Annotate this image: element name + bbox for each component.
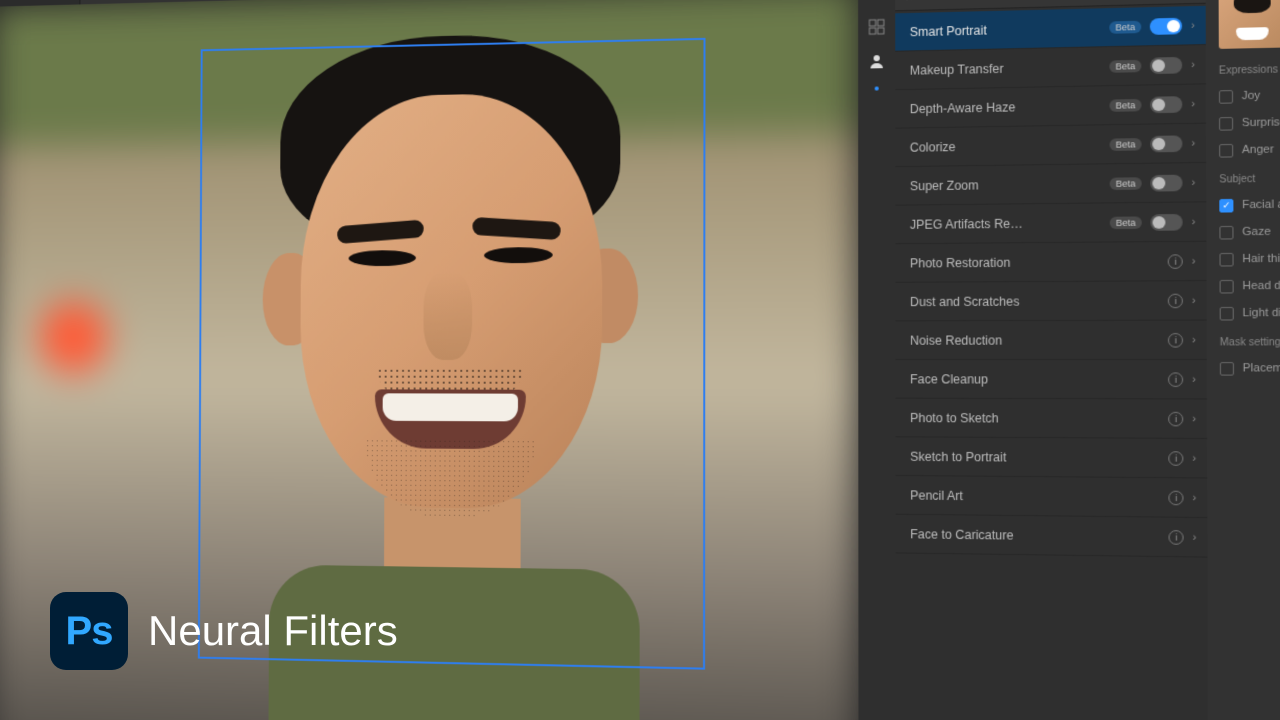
beta-badge: Beta xyxy=(1110,216,1143,229)
filter-item[interactable]: Super ZoomBeta› xyxy=(895,163,1206,206)
filter-item[interactable]: Photo Restorationi› xyxy=(895,242,1206,283)
option-checkbox[interactable]: Light direction xyxy=(1220,299,1280,327)
chevron-right-icon: › xyxy=(1192,491,1196,504)
filter-item[interactable]: Noise Reductioni› xyxy=(895,321,1206,360)
filter-toggle[interactable] xyxy=(1151,174,1183,191)
checkbox-icon[interactable] xyxy=(1220,279,1234,293)
filter-item[interactable]: JPEG Artifacts Re…Beta› xyxy=(895,202,1206,244)
featured-icon[interactable] xyxy=(867,18,886,37)
option-checkbox[interactable]: Hair thickness xyxy=(1219,244,1280,272)
option-checkbox[interactable]: Head direction xyxy=(1220,272,1280,300)
active-indicator-icon xyxy=(875,86,879,90)
checkbox-icon[interactable] xyxy=(1219,116,1233,130)
chevron-right-icon: › xyxy=(1192,294,1196,306)
filter-toggle[interactable] xyxy=(1150,56,1182,73)
filter-item[interactable]: Makeup TransferBeta› xyxy=(895,45,1206,90)
option-checkbox[interactable]: Facial age xyxy=(1219,190,1280,219)
option-checkbox[interactable]: Placement xyxy=(1220,355,1280,382)
filter-item[interactable]: Face to Caricaturei› xyxy=(896,515,1208,558)
filter-toggle[interactable] xyxy=(1150,17,1182,34)
info-icon[interactable]: i xyxy=(1169,490,1184,505)
filter-toggle[interactable] xyxy=(1151,213,1183,230)
beta-badge: Beta xyxy=(1109,98,1142,111)
section-heading: Expressions xyxy=(1219,62,1280,77)
filter-item[interactable]: ColorizeBeta› xyxy=(895,124,1206,168)
beta-badge: Beta xyxy=(1109,177,1142,190)
chevron-right-icon: › xyxy=(1192,215,1196,227)
checkbox-icon[interactable] xyxy=(1219,225,1233,239)
filter-toggle[interactable] xyxy=(1150,96,1182,113)
chevron-right-icon: › xyxy=(1191,176,1195,188)
portrait-icon[interactable] xyxy=(867,52,886,71)
filter-toggle[interactable] xyxy=(1151,135,1183,152)
option-checkbox[interactable]: Anger xyxy=(1219,134,1280,163)
checkbox-icon[interactable] xyxy=(1220,362,1234,376)
checkbox-icon[interactable] xyxy=(1219,143,1233,157)
filter-item[interactable]: Smart PortraitBeta› xyxy=(895,6,1206,52)
chevron-right-icon: › xyxy=(1192,373,1196,385)
chevron-right-icon: › xyxy=(1193,531,1197,544)
info-icon[interactable]: i xyxy=(1169,530,1184,545)
chevron-right-icon: › xyxy=(1191,19,1195,31)
section-heading: Subject xyxy=(1219,172,1280,185)
filter-list: Smart PortraitBeta›Makeup TransferBeta›D… xyxy=(895,4,1207,560)
info-icon[interactable]: i xyxy=(1168,293,1183,308)
checkbox-icon[interactable] xyxy=(1220,306,1234,320)
section-heading: Mask settings xyxy=(1220,337,1280,349)
info-icon[interactable]: i xyxy=(1168,411,1183,426)
chevron-right-icon: › xyxy=(1192,452,1196,464)
option-checkbox[interactable]: Gaze xyxy=(1219,217,1280,246)
checkbox-icon[interactable] xyxy=(1219,90,1233,104)
filter-item[interactable]: Sketch to Portraiti› xyxy=(896,437,1208,478)
info-icon[interactable]: i xyxy=(1168,372,1183,387)
option-checkbox[interactable]: Surprise xyxy=(1219,107,1280,137)
info-icon[interactable]: i xyxy=(1168,254,1183,269)
filter-item[interactable]: Dust and Scratchesi› xyxy=(895,281,1206,321)
option-checkbox[interactable]: Joy xyxy=(1219,80,1280,110)
chevron-right-icon: › xyxy=(1192,412,1196,424)
branding-overlay: Ps Neural Filters xyxy=(50,592,398,670)
filter-item[interactable]: Face Cleanupi› xyxy=(895,360,1206,399)
filter-item[interactable]: Photo to Sketchi› xyxy=(896,399,1208,439)
chevron-right-icon: › xyxy=(1192,255,1196,267)
filter-item[interactable]: Depth-Aware HazeBeta› xyxy=(895,84,1206,128)
info-icon[interactable]: i xyxy=(1169,451,1184,466)
beta-badge: Beta xyxy=(1109,20,1142,33)
filter-options: Expressions JoySurpriseAnger Subject Facial… xyxy=(1206,0,1280,720)
filter-category-rail xyxy=(858,0,896,720)
info-icon[interactable]: i xyxy=(1168,333,1183,348)
filter-item[interactable]: Pencil Arti› xyxy=(896,476,1208,518)
ps-logo-icon: Ps xyxy=(50,592,128,670)
beta-badge: Beta xyxy=(1109,138,1142,151)
overlay-title: Neural Filters xyxy=(148,607,398,655)
chevron-right-icon: › xyxy=(1191,97,1195,109)
checkbox-icon[interactable] xyxy=(1219,252,1233,266)
chevron-right-icon: › xyxy=(1191,137,1195,149)
chevron-right-icon: › xyxy=(1191,58,1195,70)
checkbox-icon[interactable] xyxy=(1219,198,1233,212)
face-thumbnail[interactable] xyxy=(1219,0,1280,49)
chevron-right-icon: › xyxy=(1192,334,1196,346)
beta-badge: Beta xyxy=(1109,59,1142,72)
